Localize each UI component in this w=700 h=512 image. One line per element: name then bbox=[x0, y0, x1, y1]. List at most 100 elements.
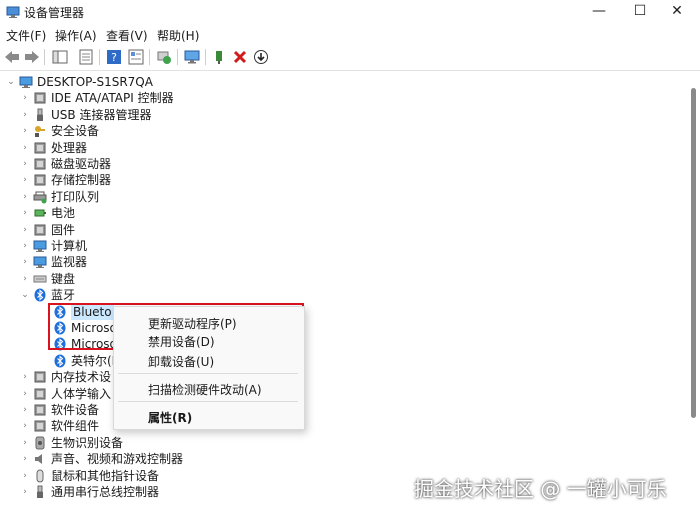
computer-icon bbox=[19, 75, 33, 89]
tree-category[interactable]: › 打印队列 bbox=[0, 189, 688, 205]
tree-category[interactable]: › 磁盘驱动器 bbox=[0, 156, 688, 172]
expand-chevron-icon[interactable]: › bbox=[20, 189, 30, 205]
menu-bar: 文件(F) 操作(A) 查看(V) 帮助(H) bbox=[0, 24, 700, 44]
expand-chevron-icon[interactable]: › bbox=[20, 386, 30, 402]
menu-disable-device[interactable]: 禁用设备(D) bbox=[148, 333, 215, 350]
tree-category[interactable]: › 人体学输入 bbox=[0, 386, 688, 402]
tree-category[interactable]: › 固件 bbox=[0, 222, 688, 238]
menu-separator bbox=[118, 401, 298, 402]
update-driver-button[interactable] bbox=[154, 47, 174, 67]
tree-item-label: 软件设备 bbox=[51, 403, 100, 417]
tree-category[interactable]: › USB 连接器管理器 bbox=[0, 107, 688, 123]
download-button[interactable] bbox=[251, 47, 271, 67]
forward-button[interactable] bbox=[22, 47, 42, 67]
toolbar-separator bbox=[205, 49, 206, 65]
menu-scan-hardware[interactable]: 扫描检测硬件改动(A) bbox=[148, 381, 262, 398]
scrollbar-thumb[interactable] bbox=[691, 88, 696, 418]
expand-chevron-icon[interactable]: › bbox=[20, 254, 30, 270]
expand-chevron-icon[interactable]: › bbox=[20, 418, 30, 434]
tree-item-label: 键盘 bbox=[51, 271, 76, 286]
menu-view[interactable]: 查看(V) bbox=[106, 27, 148, 44]
tree-item-label: 鼠标和其他指针设备 bbox=[51, 468, 160, 483]
close-button[interactable]: ✕ bbox=[654, 0, 700, 24]
collapse-chevron-icon[interactable]: ⌄ bbox=[6, 74, 16, 90]
tree-category[interactable]: › 存储控制器 bbox=[0, 172, 688, 188]
tree-category[interactable]: › 安全设备 bbox=[0, 123, 688, 139]
details-button[interactable] bbox=[126, 47, 146, 67]
toolbar-separator bbox=[44, 49, 45, 65]
expand-chevron-icon[interactable]: › bbox=[20, 484, 30, 500]
tree-category[interactable]: › 声音、视频和游戏控制器 bbox=[0, 451, 688, 467]
monitor-icon bbox=[33, 255, 47, 269]
title-bar: 设备管理器 — ☐ ✕ bbox=[0, 0, 700, 24]
expand-chevron-icon[interactable]: › bbox=[20, 140, 30, 156]
tree-item-label: DESKTOP-S1SR7QA bbox=[37, 75, 153, 89]
tree-category[interactable]: › 计算机 bbox=[0, 238, 688, 254]
properties-sheet-icon bbox=[79, 49, 93, 65]
expand-chevron-icon[interactable]: › bbox=[20, 271, 30, 287]
tree-category[interactable]: › 生物识别设备 bbox=[0, 435, 688, 451]
menu-help[interactable]: 帮助(H) bbox=[157, 27, 199, 44]
expand-chevron-icon[interactable]: › bbox=[20, 435, 30, 451]
tree-category[interactable]: › IDE ATA/ATAPI 控制器 bbox=[0, 90, 688, 106]
printer-icon bbox=[33, 190, 47, 204]
battery-icon bbox=[33, 206, 47, 220]
tree-category[interactable]: › 软件组件 bbox=[0, 418, 688, 434]
tree-item-label: 打印队列 bbox=[51, 189, 100, 204]
add-driver-button[interactable] bbox=[210, 47, 230, 67]
toolbar-separator bbox=[177, 49, 178, 65]
expand-chevron-icon[interactable]: › bbox=[20, 369, 30, 385]
menu-update-driver[interactable]: 更新驱动程序(P) bbox=[148, 315, 237, 332]
monitor-scan-icon bbox=[184, 50, 200, 64]
tree-category[interactable]: › 电池 bbox=[0, 205, 688, 221]
storage-controller-icon bbox=[33, 173, 47, 187]
help-button[interactable]: ? bbox=[104, 47, 124, 67]
menu-file[interactable]: 文件(F) bbox=[6, 27, 46, 44]
menu-uninstall-device[interactable]: 卸载设备(U) bbox=[148, 353, 214, 370]
back-button[interactable] bbox=[2, 47, 22, 67]
help-icon: ? bbox=[107, 50, 121, 64]
device-tree: ⌄ DESKTOP-S1SR7QA › IDE ATA/ATAPI 控制器 › USB 连… bbox=[0, 71, 688, 512]
expand-chevron-icon[interactable]: › bbox=[20, 123, 30, 139]
tree-category[interactable]: ⌄ 蓝牙 bbox=[0, 287, 688, 303]
expand-chevron-icon[interactable]: › bbox=[20, 402, 30, 418]
expand-chevron-icon[interactable]: › bbox=[20, 468, 30, 484]
tree-item-label: 存储控制器 bbox=[51, 173, 112, 188]
tree-item-label: 磁盘驱动器 bbox=[51, 157, 112, 171]
console-tree-button[interactable] bbox=[50, 47, 70, 67]
expand-chevron-icon[interactable]: › bbox=[20, 205, 30, 221]
expand-chevron-icon[interactable]: › bbox=[20, 90, 30, 106]
collapse-chevron-icon[interactable]: ⌄ bbox=[20, 287, 30, 303]
tree-item-label: IDE ATA/ATAPI 控制器 bbox=[51, 91, 174, 106]
details-view-icon bbox=[128, 49, 144, 65]
software-device-icon bbox=[33, 403, 47, 417]
tree-category[interactable]: › 内存技术设 bbox=[0, 369, 688, 385]
tree-category[interactable]: › 监视器 bbox=[0, 254, 688, 270]
expand-chevron-icon[interactable]: › bbox=[20, 107, 30, 123]
menu-action[interactable]: 操作(A) bbox=[55, 27, 97, 44]
tree-device-item[interactable]: 英特尔(R bbox=[0, 353, 688, 369]
ide-controller-icon bbox=[33, 91, 47, 105]
expand-chevron-icon[interactable]: › bbox=[20, 451, 30, 467]
expand-chevron-icon[interactable]: › bbox=[20, 172, 30, 188]
tree-item-label: 软件组件 bbox=[51, 419, 100, 434]
menu-properties[interactable]: 属性(R) bbox=[148, 409, 192, 426]
tree-root[interactable]: ⌄ DESKTOP-S1SR7QA bbox=[0, 74, 688, 90]
watermark: 掘金技术社区 @ 一罐小可乐 bbox=[414, 477, 667, 501]
tree-category[interactable]: › 处理器 bbox=[0, 140, 688, 156]
download-circle-icon bbox=[254, 50, 268, 64]
tree-category[interactable]: › 键盘 bbox=[0, 271, 688, 287]
expand-chevron-icon[interactable]: › bbox=[20, 222, 30, 238]
tree-category[interactable]: › 软件设备 bbox=[0, 402, 688, 418]
minimize-button[interactable]: — bbox=[576, 0, 622, 24]
expand-chevron-icon[interactable]: › bbox=[20, 238, 30, 254]
tree-item-label: 电池 bbox=[51, 206, 76, 221]
properties-sheet-button[interactable] bbox=[76, 47, 96, 67]
uninstall-button[interactable] bbox=[230, 47, 250, 67]
menu-separator bbox=[118, 373, 298, 374]
window-title: 设备管理器 bbox=[24, 6, 85, 20]
tree-item-label: 蓝牙 bbox=[51, 288, 76, 303]
tree-item-label: 处理器 bbox=[51, 140, 88, 155]
expand-chevron-icon[interactable]: › bbox=[20, 156, 30, 172]
scan-hardware-button[interactable] bbox=[182, 47, 202, 67]
